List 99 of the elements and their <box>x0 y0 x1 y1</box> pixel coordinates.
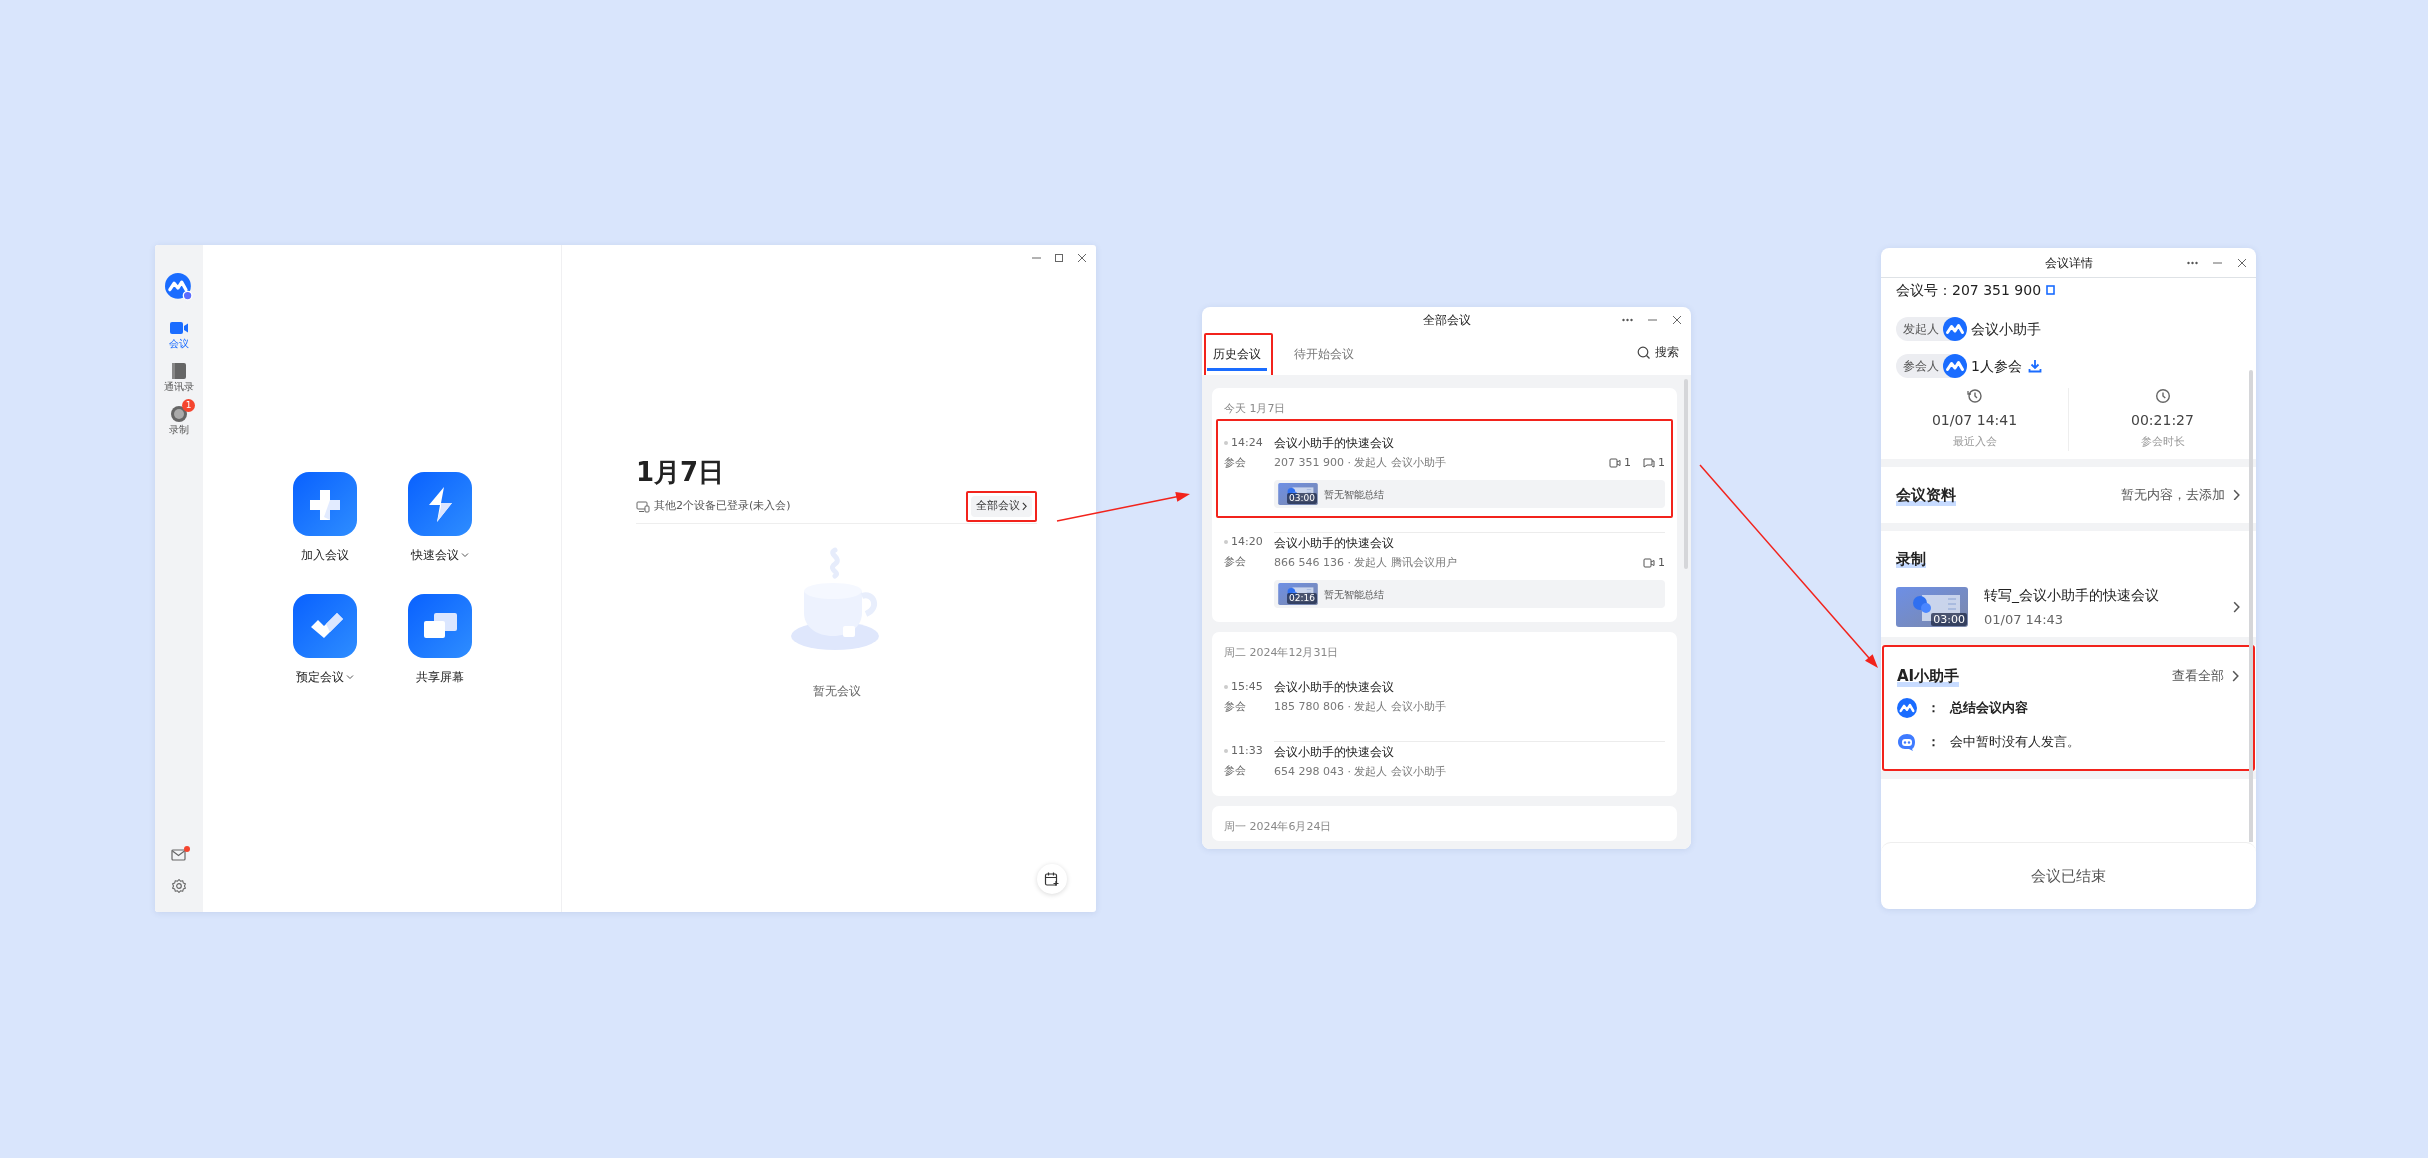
add-materials-link[interactable]: 暂无内容，去添加 <box>2121 484 2240 505</box>
duration-label: 02:16 <box>1287 593 1317 604</box>
action-button[interactable]: 加入会议 <box>292 471 357 564</box>
message-text: 总结会议内容 <box>1950 699 2028 718</box>
camera-icon <box>1643 558 1655 568</box>
recording-time: 01/07 14:43 <box>1984 610 2065 629</box>
logo-icon <box>165 273 193 301</box>
stat-value: 01/07 14:41 <box>1931 411 2018 430</box>
checkmark-icon <box>292 593 357 658</box>
recording-title[interactable]: 转写_会议小助手的快速会议 <box>1984 584 2217 606</box>
mail-icon[interactable] <box>171 848 187 862</box>
chevron-right-icon <box>1022 502 1027 511</box>
download-icon[interactable] <box>2027 359 2042 373</box>
window-title: 全部会议 <box>1422 312 1471 329</box>
avatar-icon <box>1943 317 1967 341</box>
scrollbar[interactable] <box>2249 370 2253 842</box>
all-meetings-button[interactable]: 全部会议 <box>971 496 1032 517</box>
chat-count: 1 <box>1658 455 1665 471</box>
summary-bar[interactable]: 03:00 暂无智能总结 <box>1274 480 1665 508</box>
view-all-link[interactable]: 查看全部 <box>2172 666 2239 686</box>
history-icon <box>1966 388 1983 404</box>
date-heading: 1月7日 <box>636 457 726 489</box>
avatar-icon <box>1943 354 1967 378</box>
action-button[interactable]: 快速会议 <box>407 471 472 564</box>
action-button[interactable]: 共享屏幕 <box>407 593 472 686</box>
section-heading: AI小助手 <box>1897 665 1960 687</box>
colon-text: ： <box>1927 733 1940 752</box>
date-label: 今天 1月7日 <box>1224 401 1287 417</box>
section-heading: 录制 <box>1896 549 1926 568</box>
meeting-role: 参会 <box>1224 763 1246 779</box>
sidebar-item[interactable]: 会议 <box>163 313 195 350</box>
screens-icon <box>407 593 472 658</box>
clock-icon <box>2154 388 2171 404</box>
meeting-role: 参会 <box>1224 699 1246 715</box>
device-notice: 其他2个设备已登录(未入会) <box>654 498 791 515</box>
participant-count: 1 <box>1624 455 1631 471</box>
bullet-icon <box>1224 441 1228 445</box>
meeting-details: 207 351 900 · 发起人 会议小助手 <box>1274 455 1447 471</box>
book-icon <box>169 361 189 381</box>
meeting-title: 会议小助手的快速会议 <box>1274 435 1394 452</box>
tab[interactable]: 待开始会议 <box>1288 335 1360 371</box>
bullet-icon <box>1224 749 1228 753</box>
meeting-role: 参会 <box>1224 455 1246 471</box>
stat-label: 最近入会 <box>1952 434 1997 450</box>
maximize-icon[interactable] <box>1054 253 1065 263</box>
empty-state-text: 暂无会议 <box>812 683 861 701</box>
robot-icon <box>1897 732 1917 752</box>
meeting-time: 14:24 <box>1231 435 1263 451</box>
meeting-details: 866 546 136 · 发起人 腾讯会议用户 <box>1274 555 1458 571</box>
copy-icon[interactable] <box>2045 285 2056 295</box>
close-icon[interactable] <box>1077 253 1088 263</box>
meeting-details: 185 780 806 · 发起人 会议小助手 <box>1274 699 1447 715</box>
stat-value: 00:21:27 <box>2131 411 2194 430</box>
meeting-time: 14:20 <box>1231 534 1263 550</box>
close-icon[interactable] <box>2237 257 2248 268</box>
window-title: 会议详情 <box>2044 254 2093 272</box>
chevron-right-icon <box>2232 670 2239 682</box>
devices-icon <box>636 500 650 513</box>
sidebar-item[interactable]: 通讯录 <box>158 356 200 393</box>
person-name: 1人参会 <box>1971 356 2022 376</box>
chat-icon <box>1643 458 1655 468</box>
summary-text: 暂无智能总结 <box>1324 587 1384 602</box>
person-name: 会议小助手 <box>1971 319 2041 339</box>
stat-label: 参会时长 <box>2140 434 2185 450</box>
plus-icon <box>292 471 357 536</box>
colon-text: ： <box>1927 699 1940 718</box>
settings-icon[interactable] <box>171 878 187 894</box>
meeting-time: 11:33 <box>1231 743 1263 759</box>
notification-badge: 1 <box>182 399 195 412</box>
meeting-title: 会议小助手的快速会议 <box>1274 744 1394 761</box>
bullet-icon <box>1224 685 1228 689</box>
meeting-number: 会议号：207 351 900 <box>1896 281 2042 300</box>
meeting-role: 参会 <box>1224 554 1246 570</box>
meeting-ended-text: 会议已结束 <box>2031 865 2106 887</box>
search-icon <box>1637 345 1650 359</box>
meeting-title: 会议小助手的快速会议 <box>1274 535 1394 552</box>
meeting-details: 654 298 043 · 发起人 会议小助手 <box>1274 764 1447 780</box>
message-text: 会中暂时没有人发言。 <box>1950 733 2080 752</box>
chevron-right-icon <box>2233 488 2240 501</box>
close-icon[interactable] <box>1672 315 1683 325</box>
lightning-icon <box>407 471 472 536</box>
action-button[interactable]: 预定会议 <box>292 593 357 686</box>
date-label: 周二 2024年12月31日 <box>1224 645 1340 661</box>
duration-label: 03:00 <box>1287 493 1317 504</box>
meeting-time: 15:45 <box>1231 679 1263 695</box>
camera-icon <box>1609 458 1621 468</box>
meeting-title: 会议小助手的快速会议 <box>1274 679 1394 696</box>
calendar-add-icon[interactable] <box>1044 871 1060 887</box>
bullet-icon <box>1224 540 1228 544</box>
tab[interactable]: 历史会议 <box>1207 335 1267 371</box>
avatar-icon <box>1897 698 1917 718</box>
sidebar-item[interactable]: 录制 1 <box>163 399 195 436</box>
summary-bar[interactable]: 02:16 暂无智能总结 <box>1274 580 1665 608</box>
chevron-right-icon <box>2233 600 2240 613</box>
participant-count: 1 <box>1658 555 1665 571</box>
summary-text: 暂无智能总结 <box>1324 487 1384 502</box>
search-button[interactable]: 搜索 <box>1637 343 1679 361</box>
recording-thumbnail <box>1896 586 1968 627</box>
date-label: 周一 2024年6月24日 <box>1224 819 1333 835</box>
